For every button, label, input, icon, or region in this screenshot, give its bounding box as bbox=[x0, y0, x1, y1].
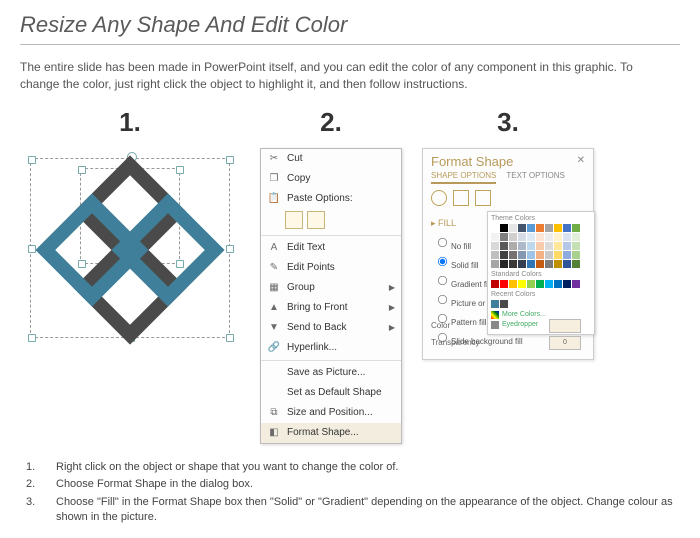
color-label: Color bbox=[431, 321, 450, 330]
menu-size-position[interactable]: ⧉Size and Position... bbox=[261, 403, 401, 423]
fill-line-icon[interactable] bbox=[431, 190, 447, 206]
effects-icon[interactable] bbox=[453, 190, 469, 206]
steps-row: 1. bbox=[20, 107, 680, 444]
paste-option-icons bbox=[261, 209, 401, 233]
hyperlink-icon: 🔗 bbox=[267, 341, 281, 355]
standard-color-row[interactable] bbox=[491, 280, 591, 288]
menu-save-picture[interactable]: Save as Picture... bbox=[261, 363, 401, 383]
bring-front-icon: ▲ bbox=[267, 301, 281, 315]
scissors-icon: ✂ bbox=[267, 152, 281, 166]
menu-send-back[interactable]: ▼Send to Back▶ bbox=[261, 318, 401, 338]
list-number: 3. bbox=[26, 495, 40, 525]
recent-color-row[interactable] bbox=[491, 300, 591, 308]
format-shape-panel: Format Shape ✕ SHAPE OPTIONS TEXT OPTION… bbox=[422, 148, 594, 360]
edit-text-icon: A bbox=[267, 241, 281, 255]
copy-icon: ❐ bbox=[267, 172, 281, 186]
divider bbox=[20, 44, 680, 45]
menu-format-shape[interactable]: ◧Format Shape... bbox=[261, 423, 401, 443]
step-3: 3. Format Shape ✕ SHAPE OPTIONS TEXT OPT… bbox=[422, 107, 594, 360]
color-well[interactable] bbox=[549, 319, 581, 333]
menu-edit-points[interactable]: ✎Edit Points bbox=[261, 258, 401, 278]
step-number-2: 2. bbox=[320, 107, 342, 138]
page-title: Resize Any Shape And Edit Color bbox=[20, 12, 680, 38]
theme-colors-label: Theme Colors bbox=[491, 215, 591, 222]
recent-colors-label: Recent Colors bbox=[491, 291, 591, 298]
shape-selection-illustration bbox=[20, 148, 240, 348]
size-properties-icon[interactable] bbox=[475, 190, 491, 206]
menu-cut[interactable]: ✂Cut bbox=[261, 149, 401, 169]
transparency-input[interactable]: 0 bbox=[549, 336, 581, 350]
step-2: 2. ✂Cut ❐Copy 📋Paste Options: AEdit Text… bbox=[260, 107, 402, 444]
list-text: Choose Format Shape in the dialog box. bbox=[56, 477, 253, 492]
size-position-icon: ⧉ bbox=[267, 406, 281, 420]
list-number: 2. bbox=[26, 477, 40, 492]
tab-text-options[interactable]: TEXT OPTIONS bbox=[506, 171, 565, 184]
context-menu: ✂Cut ❐Copy 📋Paste Options: AEdit Text ✎E… bbox=[260, 148, 402, 444]
send-back-icon: ▼ bbox=[267, 321, 281, 335]
group-icon: ▦ bbox=[267, 281, 281, 295]
theme-color-grid[interactable] bbox=[491, 224, 591, 268]
list-number: 1. bbox=[26, 460, 40, 475]
list-text: Choose "Fill" in the Format Shape box th… bbox=[56, 495, 674, 525]
instruction-list: 1. Right click on the object or shape tha… bbox=[20, 460, 680, 525]
menu-edit-text[interactable]: AEdit Text bbox=[261, 238, 401, 258]
panel-title: Format Shape bbox=[423, 149, 593, 171]
tab-shape-options[interactable]: SHAPE OPTIONS bbox=[431, 171, 496, 184]
menu-bring-front[interactable]: ▲Bring to Front▶ bbox=[261, 298, 401, 318]
menu-copy[interactable]: ❐Copy bbox=[261, 169, 401, 189]
menu-paste-options[interactable]: 📋Paste Options: bbox=[261, 189, 401, 209]
menu-hyperlink[interactable]: 🔗Hyperlink... bbox=[261, 338, 401, 358]
paste-option-icon[interactable] bbox=[307, 211, 325, 229]
edit-points-icon: ✎ bbox=[267, 261, 281, 275]
menu-group[interactable]: ▦Group▶ bbox=[261, 278, 401, 298]
list-text: Right click on the object or shape that … bbox=[56, 460, 398, 475]
paste-option-icon[interactable] bbox=[285, 211, 303, 229]
close-icon[interactable]: ✕ bbox=[577, 155, 585, 166]
intro-text: The entire slide has been made in PowerP… bbox=[20, 59, 670, 93]
step-1: 1. bbox=[20, 107, 240, 348]
transparency-label: Transparency bbox=[431, 338, 480, 347]
menu-set-default[interactable]: Set as Default Shape bbox=[261, 383, 401, 403]
step-number-3: 3. bbox=[497, 107, 519, 138]
format-shape-icon: ◧ bbox=[267, 426, 281, 440]
step-number-1: 1. bbox=[119, 107, 141, 138]
standard-colors-label: Standard Colors bbox=[491, 271, 591, 278]
clipboard-icon: 📋 bbox=[267, 192, 281, 206]
